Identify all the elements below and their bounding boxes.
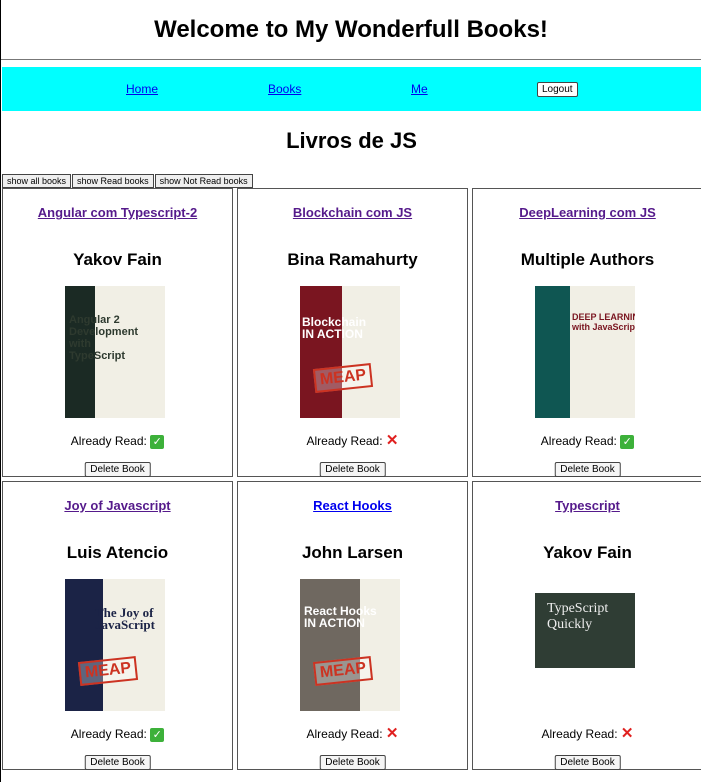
delete-book-button[interactable]: Delete Book (554, 755, 621, 770)
not-read-cross-icon: ✕ (620, 725, 634, 742)
already-read-label: Already Read: (306, 434, 383, 448)
top-nav: Home Books Me Logout (2, 67, 701, 111)
already-read-label: Already Read: (540, 434, 617, 448)
book-cover-text: Angular 2 Development with TypeScript (69, 314, 139, 362)
book-title-link[interactable]: Joy of Javascript (3, 498, 232, 513)
read-status: Already Read: ✕ (238, 432, 467, 449)
not-read-cross-icon: ✕ (385, 432, 399, 449)
book-title-link[interactable]: Blockchain com JS (238, 205, 467, 220)
read-status: Already Read: ✕ (238, 725, 467, 742)
show-all-books-button[interactable]: show all books (2, 174, 72, 188)
read-check-icon: ✓ (150, 728, 165, 742)
book-cover-text: DEEP LEARNINGwith JavaScript (572, 312, 635, 332)
meap-stamp: MEAP (312, 656, 374, 686)
nav-home-link[interactable]: Home (126, 82, 158, 96)
book-author: Luis Atencio (66, 543, 169, 562)
book-cover-image: Blockchain IN ACTION MEAP (300, 286, 400, 418)
book-card: DeepLearning com JS Multiple Authors DEE… (472, 188, 701, 477)
read-status: Already Read: ✓ (3, 727, 232, 742)
book-cover-text: The Joy of JavaScript (95, 605, 155, 632)
filter-bar: show all books show Read books show Not … (2, 174, 254, 188)
book-card: Joy of Javascript Luis Atencio The Joy o… (2, 481, 233, 770)
book-cover-text: Blockchain IN ACTION (302, 315, 367, 341)
page-header: Welcome to My Wonderfull Books! (1, 0, 701, 60)
book-card: Angular com Typescript-2 Yakov Fain Angu… (2, 188, 233, 477)
book-cover-image: DEEP LEARNINGwith JavaScript (535, 286, 635, 418)
not-read-cross-icon: ✕ (385, 725, 399, 742)
logout-button[interactable]: Logout (537, 82, 578, 97)
delete-book-button[interactable]: Delete Book (84, 462, 151, 477)
read-check-icon: ✓ (620, 435, 635, 449)
book-author: Yakov Fain (73, 250, 162, 269)
book-cover-text: React Hooks IN ACTION (304, 604, 377, 630)
nav-books-link[interactable]: Books (268, 82, 301, 96)
book-cover-image: TypeScript Quickly (535, 579, 635, 711)
page-heading: Welcome to My Wonderfull Books! (154, 15, 548, 43)
meap-stamp: MEAP (77, 656, 139, 686)
already-read-label: Already Read: (70, 434, 147, 448)
delete-book-button[interactable]: Delete Book (554, 462, 621, 477)
delete-book-button[interactable]: Delete Book (319, 755, 386, 770)
delete-book-button[interactable]: Delete Book (84, 755, 151, 770)
book-card: Typescript Yakov Fain TypeScript Quickly … (472, 481, 701, 770)
already-read-label: Already Read: (306, 727, 383, 741)
book-cover-image: The Joy of JavaScript MEAP (65, 579, 165, 711)
book-author: Bina Ramahurty (287, 250, 418, 269)
show-not-read-books-button[interactable]: show Not Read books (154, 174, 253, 188)
book-author: Yakov Fain (543, 543, 632, 562)
book-cover-image: React Hooks IN ACTION MEAP (300, 579, 400, 711)
already-read-label: Already Read: (541, 727, 618, 741)
delete-book-button[interactable]: Delete Book (319, 462, 386, 477)
book-title-link[interactable]: React Hooks (238, 498, 467, 513)
book-author: John Larsen (301, 543, 404, 562)
book-cover-text: TypeScript Quickly (547, 601, 609, 632)
section-title: Livros de JS (286, 128, 417, 153)
book-grid: Angular com Typescript-2 Yakov Fain Angu… (2, 188, 701, 770)
book-card: Blockchain com JS Bina Ramahurty Blockch… (237, 188, 468, 477)
book-author: Multiple Authors (520, 250, 655, 269)
book-cover-image: Angular 2 Development with TypeScript (65, 286, 165, 418)
meap-stamp: MEAP (312, 363, 374, 393)
read-status: Already Read: ✓ (473, 434, 701, 449)
book-title-link[interactable]: Angular com Typescript-2 (3, 205, 232, 220)
already-read-label: Already Read: (70, 727, 147, 741)
book-card: React Hooks John Larsen React Hooks IN AC… (237, 481, 468, 770)
show-read-books-button[interactable]: show Read books (72, 174, 154, 188)
read-check-icon: ✓ (150, 435, 165, 449)
nav-me-link[interactable]: Me (411, 82, 428, 96)
book-title-link[interactable]: DeepLearning com JS (473, 205, 701, 220)
read-status: Already Read: ✓ (3, 434, 232, 449)
book-title-link[interactable]: Typescript (473, 498, 701, 513)
read-status: Already Read: ✕ (473, 725, 701, 742)
